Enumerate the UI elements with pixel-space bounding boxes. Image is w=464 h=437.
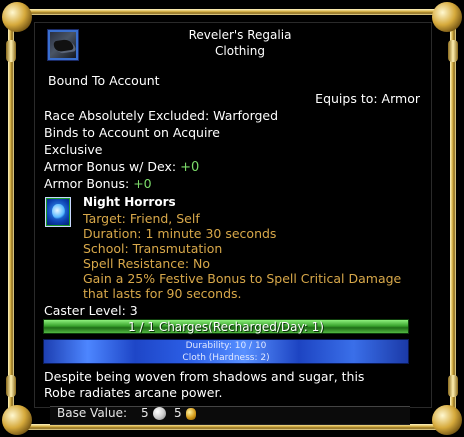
spell-school: School: Transmutation	[83, 241, 223, 256]
spell-target: Target: Friend, Self	[83, 211, 200, 226]
binding-rule: Binds to Account on Acquire	[44, 125, 220, 140]
platinum-amount: 5	[141, 406, 149, 420]
base-value-label: Base Value:	[57, 406, 128, 420]
charges-bar: 1 / 1 Charges(Recharged/Day: 1)	[43, 319, 409, 334]
spell-name: Night Horrors	[83, 195, 176, 209]
durability-bar: Durability: 10 / 10 Cloth (Hardness: 2)	[43, 339, 409, 364]
race-excluded: Race Absolutely Excluded: Warforged	[44, 108, 279, 123]
night-horrors-spell-icon	[45, 197, 71, 227]
bound-status: Bound To Account	[48, 73, 160, 88]
robe-item-icon	[48, 30, 78, 60]
armor-bonus: Armor Bonus: +0	[44, 176, 152, 191]
frame-ornament	[448, 375, 458, 397]
frame-ornament	[6, 40, 16, 62]
armor-bonus-dex-value: +0	[180, 160, 200, 175]
gold-amount: 5	[174, 406, 182, 420]
frame-top-edge	[22, 9, 442, 15]
material-text: Cloth (Hardness: 2)	[182, 353, 270, 363]
caster-level: Caster Level: 3	[44, 303, 138, 318]
durability-text: Durability: 10 / 10	[185, 341, 267, 351]
frame-corner-orb-icon	[2, 2, 32, 32]
item-type: Clothing	[215, 44, 265, 58]
spell-resistance: Spell Resistance: No	[83, 256, 211, 271]
item-name: Reveler's Regalia	[188, 28, 292, 42]
armor-bonus-dex-label: Armor Bonus w/ Dex:	[44, 159, 177, 174]
spell-description-line2: that lasts for 90 seconds.	[83, 286, 242, 301]
spell-description-line1: Gain a 25% Festive Bonus to Spell Critic…	[83, 271, 402, 286]
frame-right-edge	[450, 22, 456, 415]
frame-corner-orb-icon	[432, 405, 462, 435]
equips-to: Equips to: Armor	[315, 91, 420, 106]
frame-left-edge	[8, 22, 14, 415]
armor-bonus-label: Armor Bonus:	[44, 176, 130, 191]
armor-bonus-value: +0	[133, 176, 152, 191]
spell-duration: Duration: 1 minute 30 seconds	[83, 226, 277, 241]
frame-corner-orb-icon	[432, 2, 462, 32]
frame-ornament	[448, 40, 458, 62]
description-line2: Robe radiates arcane power.	[44, 385, 223, 400]
frame-ornament	[6, 375, 16, 397]
description-line1: Despite being woven from shadows and sug…	[44, 369, 365, 384]
platinum-coin-icon	[153, 407, 166, 420]
exclusive-tag: Exclusive	[44, 142, 103, 157]
frame-corner-orb-icon	[2, 405, 32, 435]
gold-coin-icon	[186, 408, 196, 420]
armor-bonus-dex: Armor Bonus w/ Dex: +0	[44, 159, 199, 175]
